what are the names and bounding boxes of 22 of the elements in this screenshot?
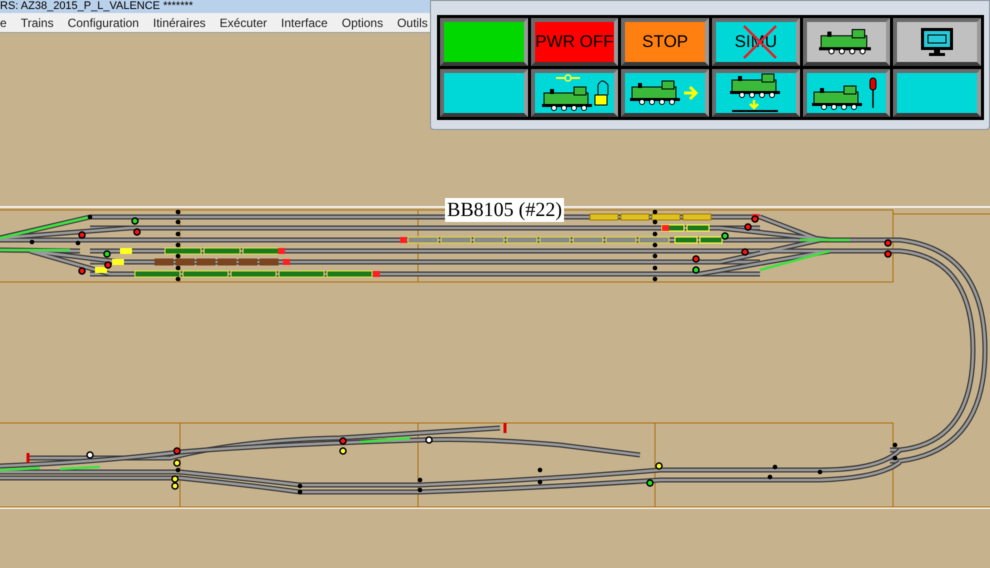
panel-button[interactable]: PWR OFF [530, 18, 618, 66]
run-button[interactable] [621, 69, 709, 117]
menu-item[interactable]: Outils [397, 14, 428, 32]
menu-item[interactable]: Configuration [68, 14, 139, 32]
monitor-icon [920, 27, 954, 57]
menu-item[interactable]: Interface [281, 14, 328, 32]
signal-button[interactable] [802, 69, 890, 117]
menu-item[interactable]: Trains [20, 14, 54, 32]
locomotive-button[interactable] [802, 18, 890, 66]
panel-button[interactable] [440, 18, 528, 66]
panel-button[interactable] [893, 69, 981, 117]
train-label: BB8105 (#22) [445, 198, 564, 222]
menu-item[interactable]: Itinéraires [152, 14, 206, 32]
lock-button[interactable] [530, 69, 618, 117]
menu-item[interactable]: Exécuter [220, 14, 268, 32]
panel-button[interactable]: STOP [621, 18, 709, 66]
menu-item[interactable]: Options [342, 14, 384, 32]
monitor-button[interactable] [893, 18, 981, 66]
place-button[interactable] [712, 69, 800, 117]
menu-item[interactable]: e [0, 14, 7, 32]
panel-button[interactable] [440, 69, 528, 117]
window-title: RS: AZ38_2015_P_L_VALENCE ******* [0, 0, 194, 13]
